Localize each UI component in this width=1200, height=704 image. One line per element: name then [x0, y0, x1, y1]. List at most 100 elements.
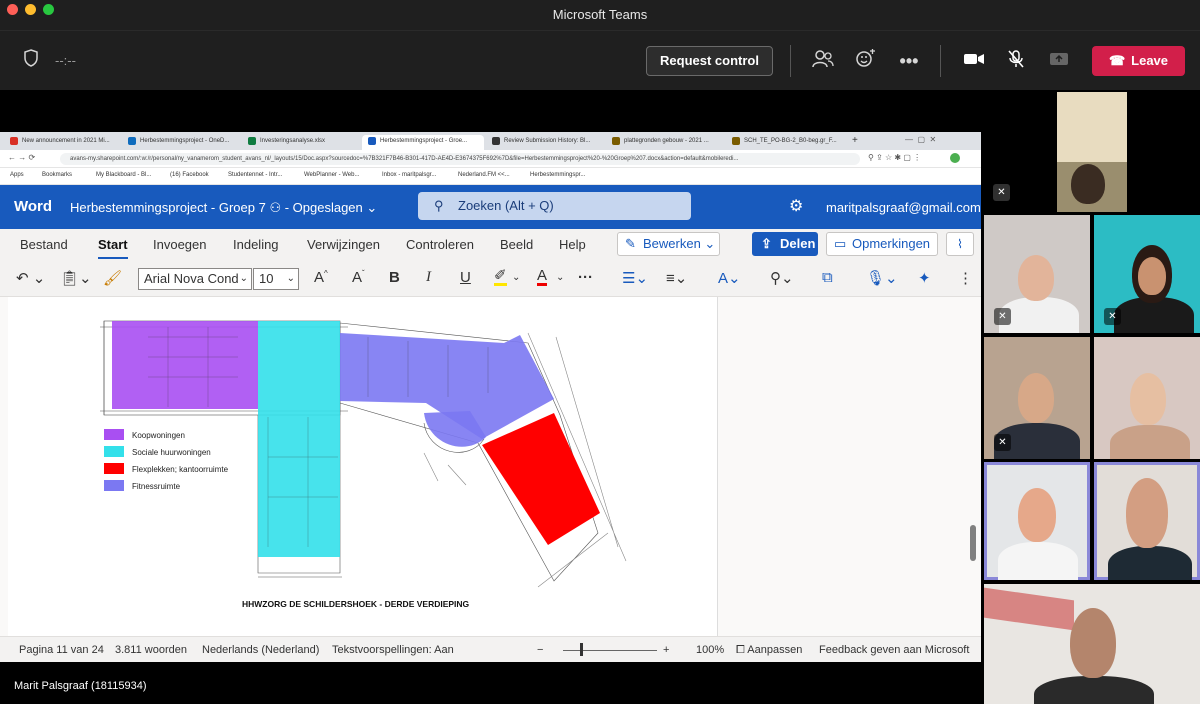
designer-icon[interactable]: ✦ [918, 269, 931, 287]
zoom-slider-thumb[interactable] [580, 643, 583, 656]
legend-swatch [104, 480, 124, 491]
dictate-icon[interactable]: 🎙︎⌄ [866, 269, 898, 287]
new-tab-icon[interactable]: + [852, 135, 858, 146]
page-count[interactable]: Pagina 11 van 24 [19, 644, 104, 656]
zoom-slider[interactable] [563, 650, 657, 651]
format-painter-icon[interactable]: 🖌︎ [103, 269, 122, 287]
participant-tile-speaking[interactable] [1094, 462, 1200, 580]
mic-off-icon: ✕ [993, 184, 1010, 201]
participant-tile[interactable] [1094, 337, 1200, 459]
share-icon[interactable] [1046, 49, 1072, 73]
browser-tab[interactable]: SCH_TE_PO-BG-2_B0-beg.gr_F... [726, 135, 844, 150]
highlight-icon[interactable]: ✐ [494, 268, 507, 286]
participant-tile[interactable]: ✕ [984, 337, 1090, 459]
gear-icon[interactable]: ⚙ [789, 196, 803, 216]
bookmark[interactable]: Inbox - maritpalsgr... [382, 172, 436, 178]
word-logo[interactable]: Word [14, 198, 52, 215]
participant-tile-speaking[interactable] [984, 462, 1090, 580]
shield-icon[interactable] [18, 49, 44, 73]
browser-actions-icon[interactable]: ⚲ ⇪ ☆ ✱ ▢ ⋮ [868, 153, 921, 162]
shrink-font-icon[interactable]: Aˇ [352, 269, 365, 286]
tab-start[interactable]: Start [98, 237, 128, 259]
browser-tab-strip: New announcement in 2021 Mi... Herbestem… [0, 132, 981, 150]
bookmark[interactable]: My Blackboard - Bl... [96, 172, 151, 178]
text-predictions-status[interactable]: Tekstvoorspellingen: Aan [332, 644, 454, 656]
clipboard-icon[interactable]: 📋︎⌄ [60, 269, 92, 287]
bookmark[interactable]: (16) Facebook [170, 172, 209, 178]
bookmark[interactable]: WebPlanner - Web... [304, 172, 359, 178]
fit-button[interactable]: ⧠ Aanpassen [736, 644, 802, 657]
tab-bestand[interactable]: Bestand [20, 237, 68, 252]
language-status[interactable]: Nederlands (Nederland) [202, 644, 319, 656]
feedback-link[interactable]: Feedback geven aan Microsoft [819, 644, 969, 656]
bullets-icon[interactable]: ☰⌄ [622, 269, 648, 287]
camera-icon[interactable] [961, 49, 987, 73]
participant-tile[interactable]: ✕ [1057, 92, 1127, 212]
tab-help[interactable]: Help [559, 237, 586, 252]
browser-tab[interactable]: Investeringsanalyse.xlsx [242, 135, 360, 150]
participant-tile[interactable]: ✕ [1094, 215, 1200, 333]
chevron-down-icon[interactable]: ⌄ [512, 272, 520, 283]
editor-icon[interactable]: ⧉ [822, 269, 833, 286]
url-field[interactable]: avans-my.sharepoint.com/:w:/r/personal/n… [60, 153, 860, 165]
document-title[interactable]: Herbestemmingsproject - Groep 7 ⚇ - Opge… [70, 200, 377, 216]
mic-off-icon[interactable] [1003, 49, 1029, 73]
more-icon[interactable]: ··· [578, 269, 593, 286]
bookmark[interactable]: Bookmarks [42, 172, 72, 178]
blackboard-icon [492, 137, 500, 145]
zoom-in-icon[interactable]: + [663, 644, 669, 656]
activity-button[interactable]: ⌇ [946, 232, 974, 256]
tab-controleren[interactable]: Controleren [406, 237, 474, 252]
nav-buttons-icon[interactable]: ← → ⟳ [8, 153, 35, 162]
request-control-button[interactable]: Request control [646, 46, 773, 76]
zoom-out-icon[interactable]: − [537, 644, 543, 656]
bookmark[interactable]: Apps [10, 172, 24, 178]
participant-tile[interactable] [984, 584, 1200, 704]
bookmark[interactable]: Studentennet - Intr... [228, 172, 282, 178]
edit-mode-button[interactable]: ✎ Bewerken ⌄ [617, 232, 720, 256]
status-bar: Pagina 11 van 24 3.811 woorden Nederland… [0, 636, 981, 662]
align-icon[interactable]: ≡⌄ [666, 269, 687, 287]
tab-beeld[interactable]: Beeld [500, 237, 533, 252]
leave-button[interactable]: ☎ Leave [1092, 46, 1185, 76]
bookmark[interactable]: Herbestemmingspr... [530, 172, 585, 178]
browser-tab[interactable]: Review Submission History: Bl... [486, 135, 604, 150]
avatar[interactable] [950, 153, 960, 163]
bold-icon[interactable]: B [389, 269, 400, 286]
font-color-icon[interactable]: A [537, 268, 548, 286]
document-page[interactable]: Koopwoningen Sociale huurwoningen Flexpl… [8, 297, 718, 636]
browser-tab-active[interactable]: Herbestemmingsproject - Groe... [362, 135, 484, 150]
browser-tab[interactable]: plattegronden gebouw - 2021 ... [606, 135, 724, 150]
find-icon[interactable]: ⚲⌄ [770, 269, 794, 287]
reactions-icon[interactable] [853, 49, 879, 73]
tab-verwijzingen[interactable]: Verwijzingen [307, 237, 380, 252]
share-button[interactable]: ⇪ Delen [752, 232, 818, 256]
participant-video [1018, 488, 1056, 542]
scrollbar-thumb[interactable] [970, 525, 976, 561]
tab-invoegen[interactable]: Invoegen [153, 237, 207, 252]
browser-tab[interactable]: New announcement in 2021 Mi... [4, 135, 120, 150]
search-input[interactable]: ⚲ Zoeken (Alt + Q) [418, 192, 691, 220]
underline-icon[interactable]: U [460, 269, 471, 286]
grow-font-icon[interactable]: A^ [314, 269, 328, 286]
more-icon[interactable]: ⋮ [958, 269, 973, 287]
font-size-select[interactable]: 10 ⌄ [253, 268, 299, 290]
tab-indeling[interactable]: Indeling [233, 237, 279, 252]
excel-icon [248, 137, 256, 145]
browser-tab[interactable]: Herbestemmingsproject - OneD... [122, 135, 240, 150]
styles-icon[interactable]: A⌄ [718, 269, 741, 287]
more-icon[interactable]: ••• [896, 49, 922, 73]
undo-icon[interactable]: ↶ ⌄ [16, 269, 45, 287]
italic-icon[interactable]: I [426, 269, 431, 286]
window-controls-icon[interactable]: — ▢ ✕ [905, 135, 936, 144]
bookmark[interactable]: Nederland.FM <<... [458, 172, 510, 178]
zoom-level[interactable]: 100% [696, 644, 724, 656]
word-count[interactable]: 3.811 woorden [115, 644, 187, 656]
zone-koopwoningen [112, 321, 258, 409]
font-family-select[interactable]: Arial Nova Cond ⌄ [138, 268, 252, 290]
account-name[interactable]: maritpalsgraaf@gmail.com [826, 200, 981, 215]
participants-icon[interactable] [810, 49, 836, 73]
chevron-down-icon[interactable]: ⌄ [556, 272, 564, 283]
participant-tile[interactable]: ✕ [984, 215, 1090, 333]
comments-button[interactable]: ▭ Opmerkingen [826, 232, 938, 256]
